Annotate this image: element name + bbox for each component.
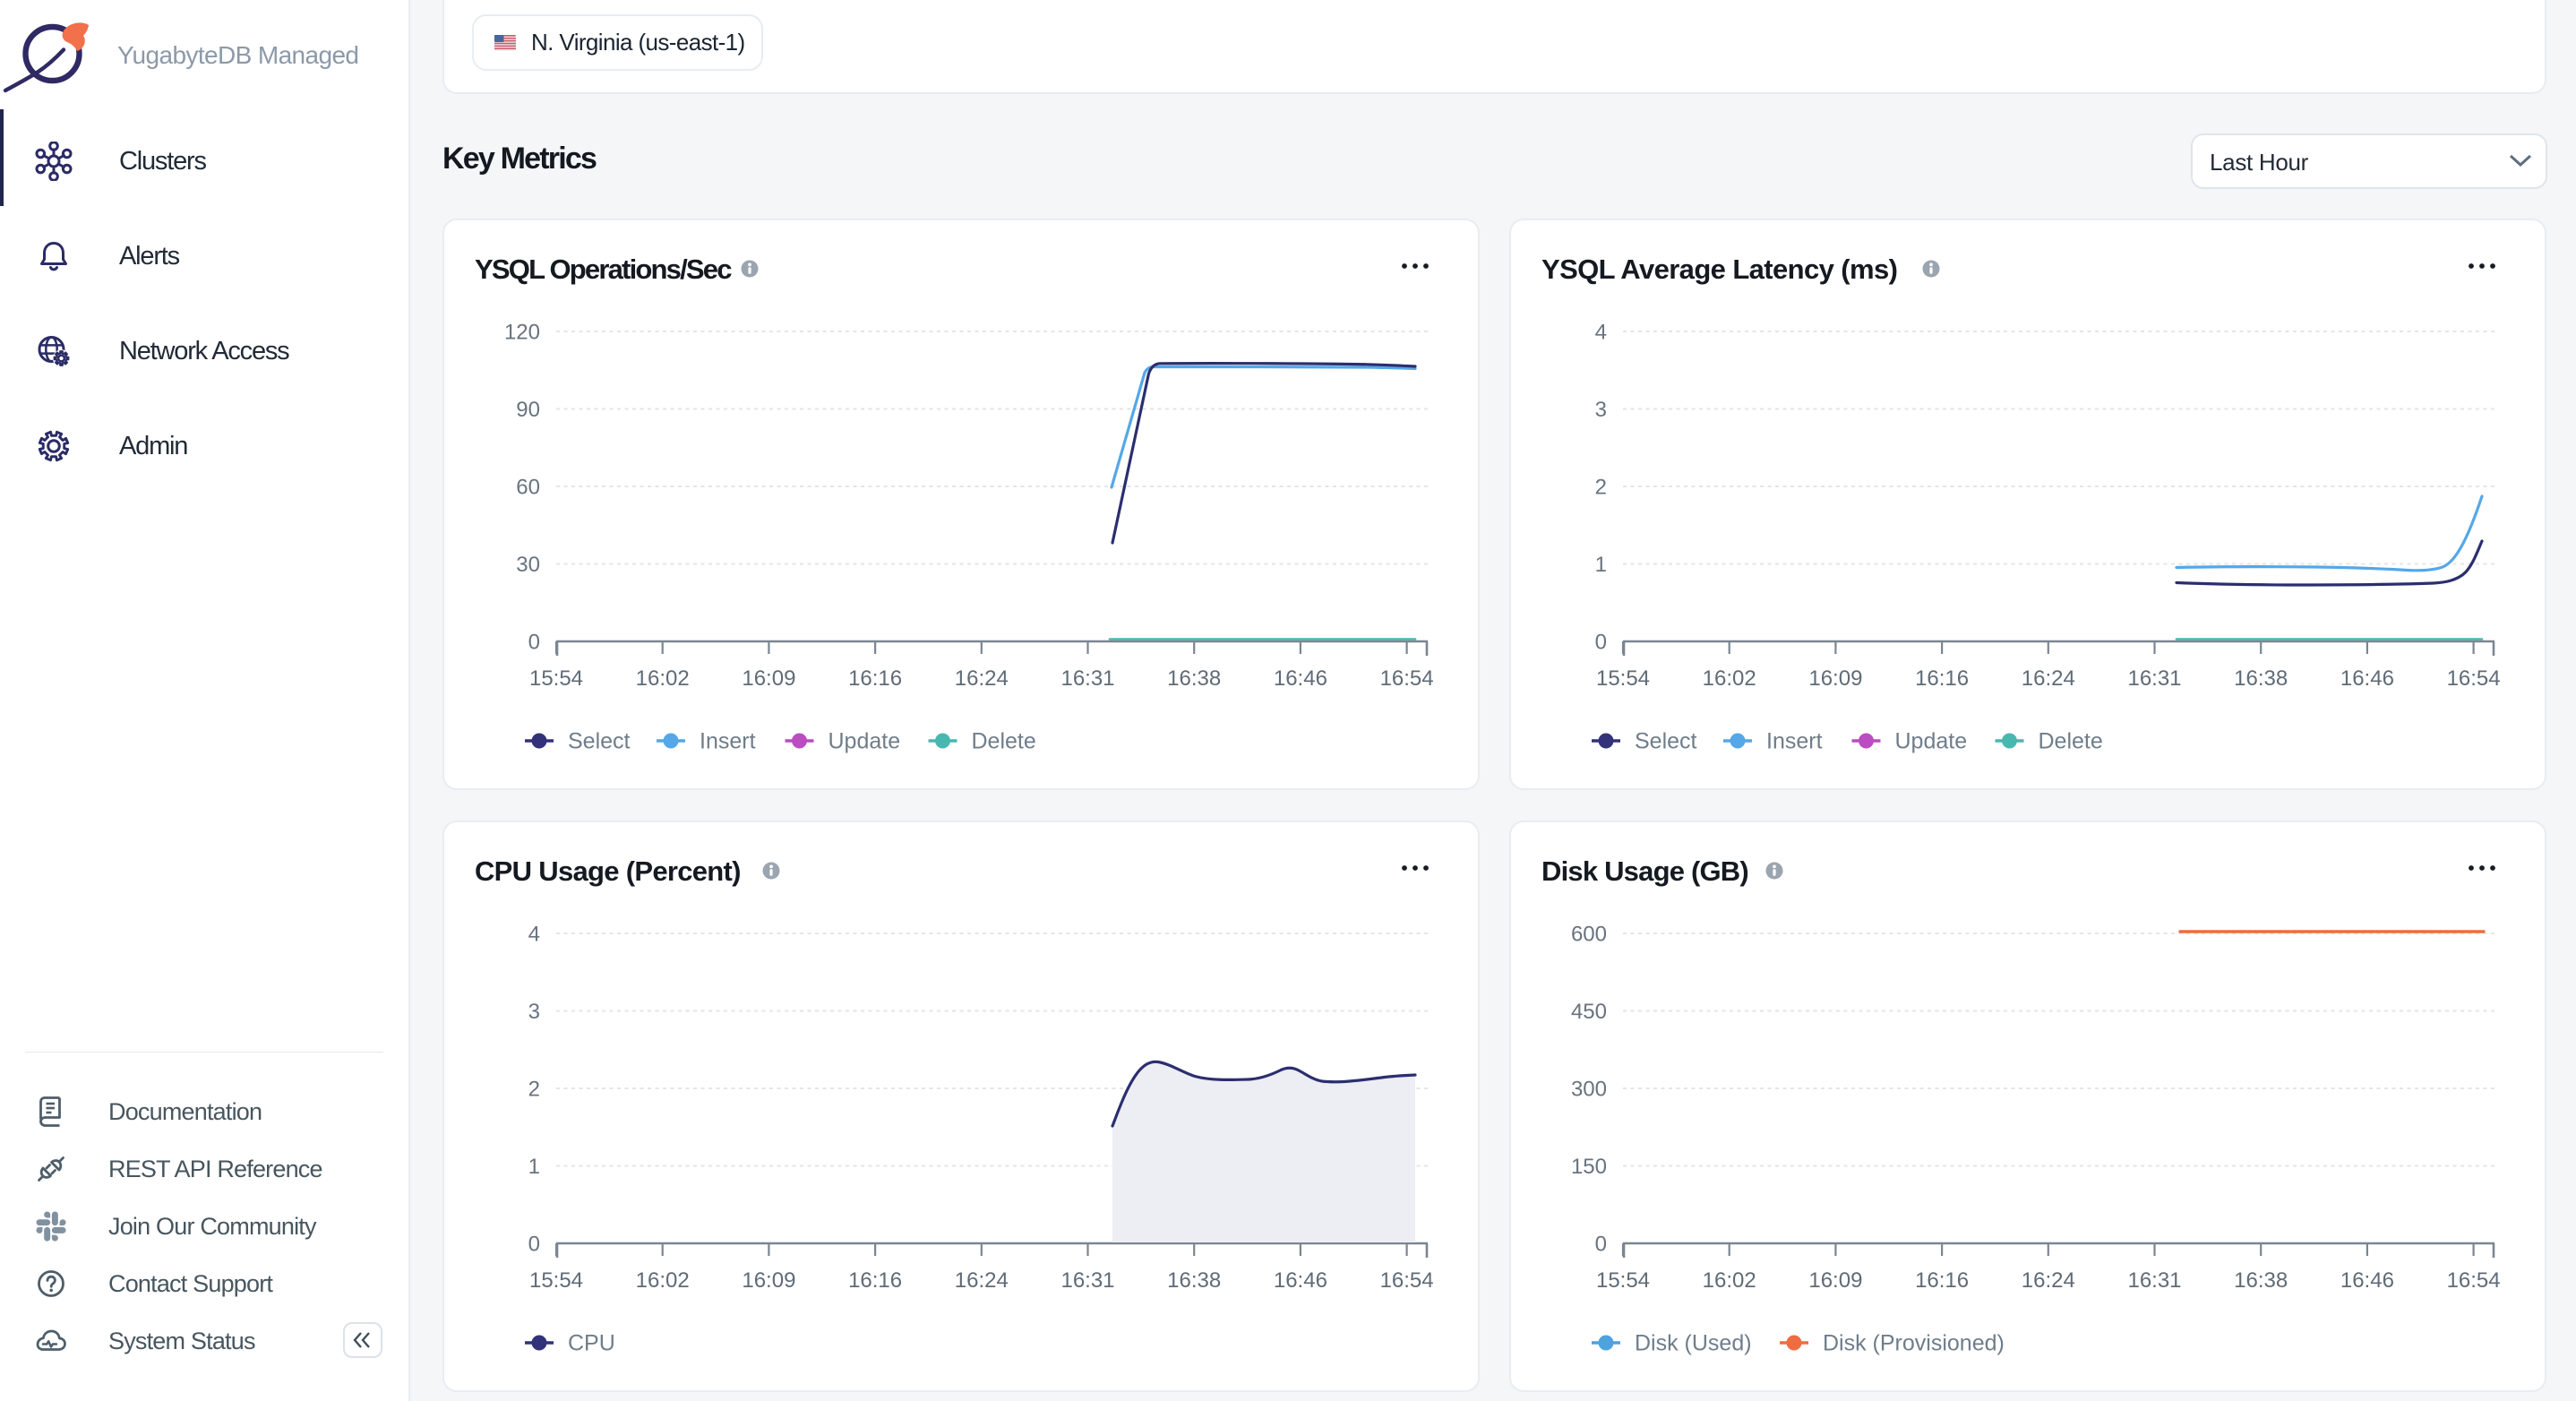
svg-text:3: 3	[1595, 398, 1607, 422]
svg-text:16:38: 16:38	[1167, 1268, 1221, 1293]
svg-text:450: 450	[1571, 1000, 1607, 1024]
svg-text:Update: Update	[829, 729, 901, 754]
svg-text:Disk (Used): Disk (Used)	[1635, 1331, 1752, 1356]
svg-text:4: 4	[528, 923, 540, 947]
svg-text:16:24: 16:24	[2022, 1268, 2075, 1293]
svg-text:16:09: 16:09	[1808, 666, 1862, 691]
svg-text:15:54: 15:54	[1596, 1268, 1650, 1293]
svg-text:16:02: 16:02	[1703, 666, 1756, 691]
svg-text:16:31: 16:31	[2127, 1268, 2181, 1293]
svg-text:Update: Update	[1895, 729, 1968, 754]
svg-text:150: 150	[1571, 1155, 1607, 1179]
svg-text:120: 120	[504, 321, 540, 345]
svg-text:16:38: 16:38	[2234, 666, 2288, 691]
svg-text:600: 600	[1571, 923, 1607, 947]
svg-text:Select: Select	[1635, 729, 1697, 754]
svg-text:15:54: 15:54	[1596, 666, 1650, 691]
svg-text:16:46: 16:46	[1274, 666, 1327, 691]
svg-text:0: 0	[1595, 631, 1607, 655]
svg-text:16:16: 16:16	[1915, 1268, 1969, 1293]
svg-text:16:09: 16:09	[1808, 1268, 1862, 1293]
svg-text:16:02: 16:02	[636, 666, 690, 691]
svg-text:YSQL Average Latency (ms): YSQL Average Latency (ms)	[1541, 254, 1897, 285]
svg-text:2: 2	[1595, 476, 1607, 500]
svg-text:15:54: 15:54	[529, 1268, 583, 1293]
svg-text:Disk (Provisioned): Disk (Provisioned)	[1823, 1331, 2005, 1356]
svg-text:16:16: 16:16	[1915, 666, 1969, 691]
svg-text:16:31: 16:31	[2127, 666, 2181, 691]
svg-text:16:09: 16:09	[742, 1268, 795, 1293]
svg-text:0: 0	[1595, 1233, 1607, 1257]
svg-text:60: 60	[516, 476, 540, 500]
svg-text:YSQL Operations/Sec: YSQL Operations/Sec	[475, 254, 732, 285]
svg-text:2: 2	[528, 1078, 540, 1102]
svg-text:300: 300	[1571, 1078, 1607, 1102]
svg-text:16:24: 16:24	[955, 666, 1009, 691]
svg-text:1: 1	[1595, 553, 1607, 577]
svg-text:15:54: 15:54	[529, 666, 583, 691]
svg-text:Insert: Insert	[1766, 729, 1823, 754]
svg-text:CPU: CPU	[568, 1331, 615, 1356]
svg-text:0: 0	[528, 631, 540, 655]
svg-text:16:31: 16:31	[1060, 1268, 1114, 1293]
svg-text:Disk Usage (GB): Disk Usage (GB)	[1541, 855, 1748, 887]
svg-text:16:02: 16:02	[1703, 1268, 1756, 1293]
svg-text:16:16: 16:16	[848, 666, 902, 691]
svg-text:16:02: 16:02	[636, 1268, 690, 1293]
svg-text:0: 0	[528, 1233, 540, 1257]
svg-text:16:09: 16:09	[742, 666, 795, 691]
svg-text:16:54: 16:54	[1380, 1268, 1434, 1293]
svg-text:16:54: 16:54	[2447, 1268, 2501, 1293]
svg-text:16:46: 16:46	[2340, 1268, 2394, 1293]
svg-text:16:31: 16:31	[1060, 666, 1114, 691]
svg-text:4: 4	[1595, 321, 1607, 345]
svg-text:3: 3	[528, 1000, 540, 1024]
svg-text:Insert: Insert	[700, 729, 756, 754]
svg-text:1: 1	[528, 1155, 540, 1179]
svg-text:16:46: 16:46	[2340, 666, 2394, 691]
svg-text:Select: Select	[568, 729, 631, 754]
svg-text:16:16: 16:16	[848, 1268, 902, 1293]
svg-text:16:38: 16:38	[2234, 1268, 2288, 1293]
svg-text:30: 30	[516, 553, 540, 577]
svg-text:16:54: 16:54	[1380, 666, 1434, 691]
svg-text:Delete: Delete	[2039, 729, 2103, 754]
svg-text:16:24: 16:24	[2022, 666, 2075, 691]
svg-text:16:46: 16:46	[1274, 1268, 1327, 1293]
svg-text:90: 90	[516, 398, 540, 422]
svg-text:CPU Usage (Percent): CPU Usage (Percent)	[475, 855, 741, 887]
svg-text:16:24: 16:24	[955, 1268, 1009, 1293]
svg-text:16:38: 16:38	[1167, 666, 1221, 691]
svg-text:16:54: 16:54	[2447, 666, 2501, 691]
svg-text:Delete: Delete	[972, 729, 1036, 754]
